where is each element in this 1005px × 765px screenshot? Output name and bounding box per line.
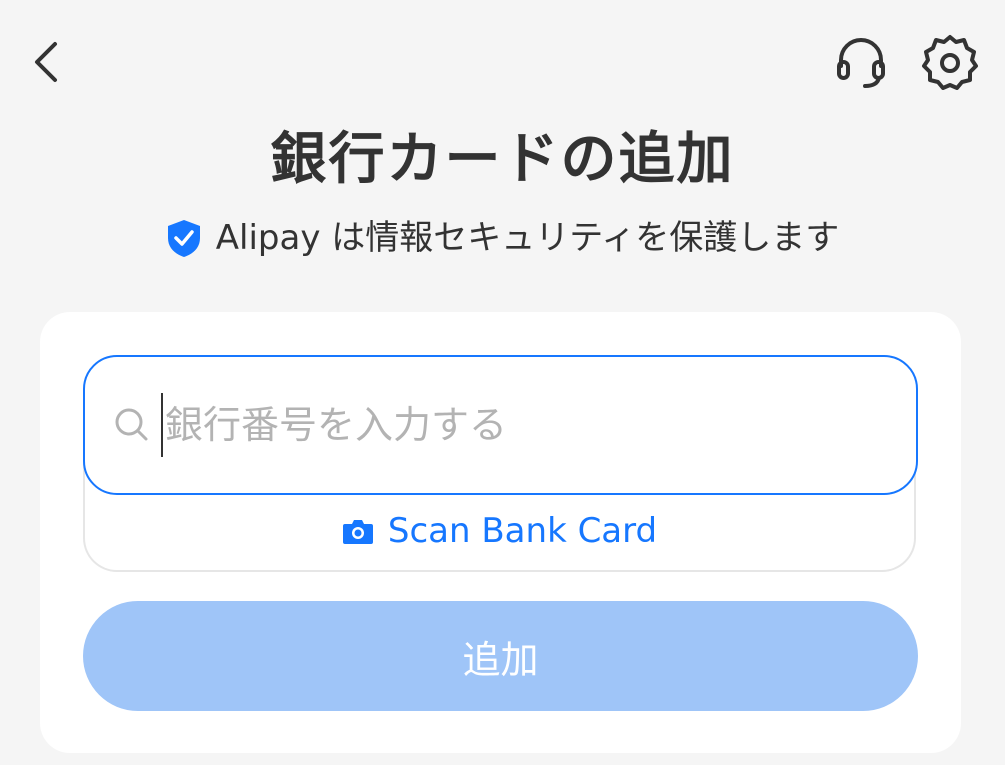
add-button[interactable]: 追加 xyxy=(83,601,918,711)
gear-icon xyxy=(922,35,978,90)
page-title: 銀行カードの追加 xyxy=(270,127,735,192)
scan-bank-card-label: Scan Bank Card xyxy=(387,511,658,551)
back-button[interactable] xyxy=(18,30,74,94)
chevron-left-icon xyxy=(35,42,57,82)
add-bank-card-screen: 銀行カードの追加 Alipay は情報セキュリティを保護します Scan Ban… xyxy=(0,0,1005,765)
shield-check-icon xyxy=(166,218,202,258)
camera-icon xyxy=(342,517,374,545)
search-icon xyxy=(113,406,151,444)
bank-number-field[interactable] xyxy=(83,355,918,495)
security-notice-text: Alipay は情報セキュリティを保護します xyxy=(215,218,840,258)
security-notice: Alipay は情報セキュリティを保護します xyxy=(0,212,1005,264)
bank-number-input[interactable] xyxy=(165,403,805,447)
add-card-panel: Scan Bank Card 追加 xyxy=(40,312,961,753)
headset-icon xyxy=(837,38,885,88)
text-cursor xyxy=(161,393,163,457)
scan-bank-card-button[interactable]: Scan Bank Card xyxy=(83,498,916,564)
customer-support-button[interactable] xyxy=(829,30,893,94)
settings-button[interactable] xyxy=(918,30,982,94)
